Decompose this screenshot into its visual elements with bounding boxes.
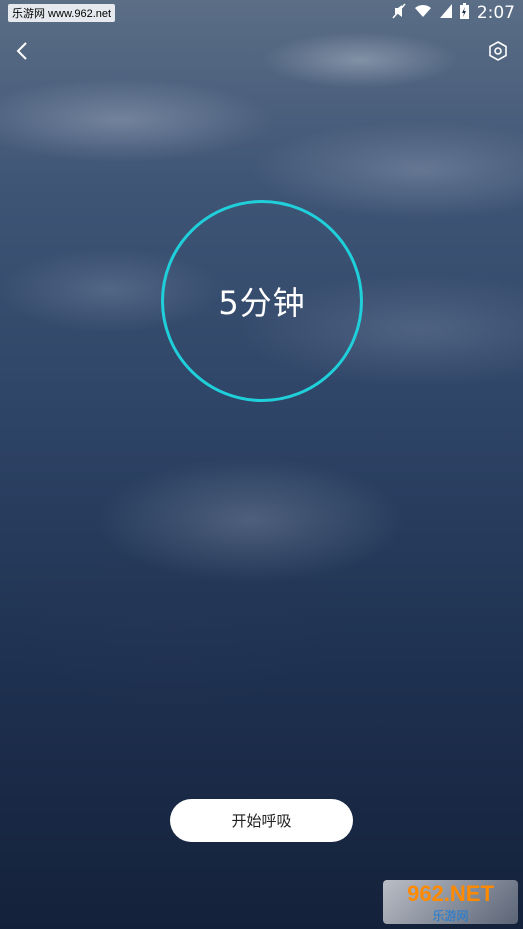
- watermark-text: 乐游网: [432, 908, 469, 923]
- start-breathing-button[interactable]: 开始呼吸: [170, 799, 353, 842]
- back-button[interactable]: [12, 38, 32, 68]
- watermark-number: 962.NET: [407, 880, 494, 906]
- status-icons: 2:07: [392, 3, 515, 23]
- hexagon-settings-icon: [487, 40, 509, 66]
- watermark-top: 乐游网 www.962.net: [8, 4, 116, 22]
- duration-label: 5分钟: [218, 284, 306, 322]
- duration-ring[interactable]: 5分钟: [161, 200, 363, 402]
- mute-icon: [392, 3, 406, 23]
- chevron-left-icon: [16, 41, 28, 65]
- ocean-background: [0, 0, 523, 929]
- settings-button[interactable]: [487, 38, 509, 68]
- status-time: 2:07: [476, 3, 515, 23]
- wifi-icon: [414, 4, 432, 22]
- top-bar: [0, 38, 523, 68]
- watermark-bottom: 962.NET 乐游网: [383, 880, 518, 924]
- battery-icon: [459, 3, 469, 23]
- signal-icon: [439, 4, 452, 22]
- status-bar: 乐游网 www.962.net 2:07: [0, 0, 523, 26]
